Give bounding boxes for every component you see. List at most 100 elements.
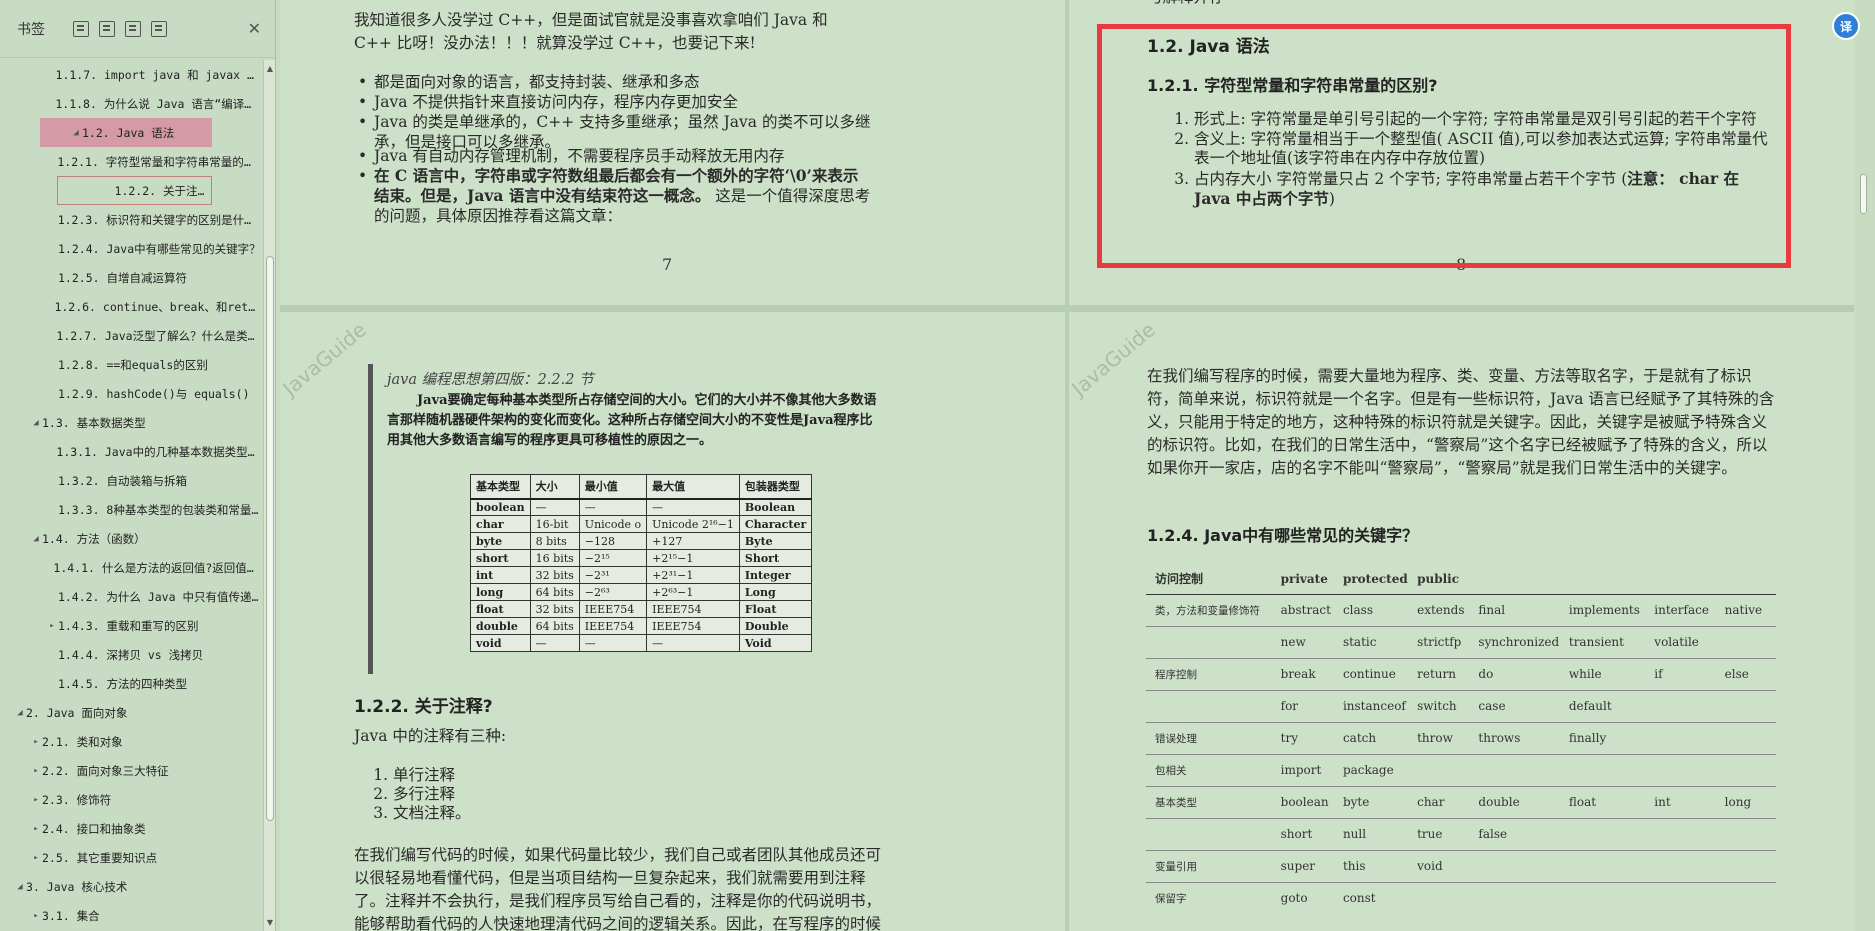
- sidebar-item[interactable]: 1.4.5. 方法的四种类型: [0, 669, 262, 698]
- close-icon[interactable]: ✕: [248, 19, 261, 38]
- sidebar-item[interactable]: ▸ 2.3. 修饰符: [0, 785, 262, 814]
- sidebar-item[interactable]: 1.2.7. Java泛型了解么？什么是类型擦除？: [0, 321, 262, 350]
- table-row: 错误处理 try catch throw throws finally: [1146, 721, 1776, 754]
- sidebar-item[interactable]: 1.1.8. 为什么说 Java 语言“编译与解释并存”？: [0, 89, 262, 118]
- table-cell: long: [470, 583, 531, 601]
- sidebar-item-label: 3.1. 集合: [42, 908, 100, 923]
- sidebar-item[interactable]: ◢ 2. Java 面向对象: [0, 698, 262, 727]
- expand-toggle-icon[interactable]: ▸: [30, 853, 42, 863]
- page8-top-fragment: 与解释并存: [1147, 0, 1225, 9]
- document-scrollbar[interactable]: [1855, 0, 1875, 931]
- sidebar-item[interactable]: 1.2.1. 字符型常量和字符串常量的区别?: [0, 147, 262, 176]
- table-cell: char: [470, 515, 531, 533]
- table-row: new static strictfp synchronized transient vo…: [1146, 625, 1776, 658]
- sidebar-scrollbar[interactable]: ▲ ▼: [263, 60, 275, 931]
- sidebar-item-label: 1.4.4. 深拷贝 vs 浅拷贝: [58, 647, 204, 662]
- expand-toggle-icon[interactable]: ▸: [30, 824, 42, 834]
- document-scroll-thumb[interactable]: [1860, 174, 1867, 214]
- expand-toggle-icon[interactable]: ◢: [30, 534, 42, 544]
- sidebar-item[interactable]: ◢ 1.2. Java 语法: [40, 118, 212, 147]
- table-cell: −2⁶³: [578, 583, 648, 601]
- table-cell: [1469, 753, 1560, 786]
- sidebar-item[interactable]: 1.2.6. continue、break、和return的区别是什么？: [0, 292, 262, 321]
- sidebar-item-label: 1.2.4. Java中有哪些常见的关键字？: [58, 241, 261, 256]
- sidebar-item[interactable]: 1.2.9. hashCode()与 equals(): [0, 379, 262, 408]
- sidebar-item[interactable]: ▸ 2.5. 其它重要知识点: [0, 843, 262, 872]
- scroll-up-icon[interactable]: ▲: [264, 64, 276, 73]
- sidebar-item-label: 1.2. Java 语法: [82, 125, 175, 140]
- table-cell: 保留字: [1146, 881, 1272, 914]
- table-cell: finally: [1559, 721, 1646, 754]
- expand-toggle-icon[interactable]: ▸: [30, 737, 42, 747]
- sidebar-item[interactable]: 1.2.5. 自增自减运算符: [0, 263, 262, 292]
- expand-toggle-icon[interactable]: ▸: [46, 621, 58, 631]
- table-cell: new: [1271, 625, 1334, 658]
- table-cell: int: [470, 566, 531, 584]
- table-cell: double: [1469, 785, 1560, 818]
- table-cell: [1715, 689, 1776, 722]
- expand-toggle-icon[interactable]: ▸: [30, 795, 42, 805]
- sidebar-item[interactable]: ▸ 3.1. 集合: [0, 901, 262, 930]
- sidebar-title: 书签: [17, 21, 45, 38]
- sidebar-item[interactable]: ◢ 1.3. 基本数据类型: [0, 408, 262, 437]
- sidebar-item[interactable]: 1.3.2. 自动装箱与拆箱: [0, 466, 262, 495]
- primitive-types-table: 基本类型 大小 最小值 最大值 包装器类型 boolean — — — Boolean char 1…: [470, 474, 813, 652]
- table-cell: throws: [1469, 721, 1560, 754]
- table-cell: 64 bits: [529, 583, 580, 601]
- expand-toggle-icon[interactable]: ◢: [30, 418, 42, 428]
- table-row: double 64 bits IEEE754 IEEE754 Double: [470, 617, 813, 635]
- list-item: Java 的类是单继承的，C++ 支持多重继承；虽然 Java 的类不可以多继承…: [354, 112, 872, 151]
- sidebar-item[interactable]: ▸ 2.1. 类和对象: [0, 727, 262, 756]
- table-row: byte 8 bits −128 +127 Byte: [470, 532, 813, 550]
- translate-button[interactable]: 译: [1832, 12, 1860, 40]
- table-cell: −128: [578, 532, 648, 550]
- sidebar-item[interactable]: 1.2.8. ==和equals的区别: [0, 350, 262, 379]
- table-cell: 基本类型: [1146, 785, 1272, 818]
- table-cell: +2³¹−1: [646, 566, 740, 584]
- table-cell: 16-bit: [529, 515, 580, 533]
- sidebar-item[interactable]: ▸ 2.2. 面向对象三大特征: [0, 756, 262, 785]
- table-row: 保留字 goto const: [1146, 881, 1776, 914]
- sidebar-item[interactable]: ▸ 2.4. 接口和抽象类: [0, 814, 262, 843]
- table-cell: 16 bits: [529, 549, 580, 567]
- sidebar-item[interactable]: 1.2.4. Java中有哪些常见的关键字？: [0, 234, 262, 263]
- table-cell: [1645, 881, 1716, 914]
- sidebar-item[interactable]: 1.4.1. 什么是方法的返回值?返回值在类的方法里的作用是什么?: [0, 553, 262, 582]
- expand-toggle-icon[interactable]: ◢: [14, 708, 26, 718]
- table-cell: char: [1408, 785, 1470, 818]
- expand-toggle-icon[interactable]: ▸: [30, 766, 42, 776]
- table-cell: Void: [738, 634, 813, 652]
- expand-toggle-icon[interactable]: ▸: [30, 911, 42, 921]
- expand-toggle-icon[interactable]: ◢: [14, 882, 26, 892]
- table-cell: 类，方法和变量修饰符: [1146, 593, 1272, 626]
- table-cell: [1645, 817, 1716, 850]
- collapse-all-icon[interactable]: [99, 20, 115, 37]
- quote-title: java 编程思想第四版：2.2.2 节: [387, 372, 594, 388]
- table-cell: byte: [1333, 785, 1409, 818]
- table-cell: do: [1469, 657, 1560, 690]
- sidebar-item[interactable]: 1.3.1. Java中的几种基本数据类型是什么？: [0, 437, 262, 466]
- table-row: for instanceof switch case default: [1146, 689, 1776, 722]
- table-cell: [1645, 753, 1716, 786]
- scroll-down-icon[interactable]: ▼: [264, 918, 276, 927]
- expand-toggle-icon[interactable]: ◢: [70, 128, 82, 138]
- table-cell: double: [470, 617, 531, 635]
- table-header-cell: 最小值: [578, 474, 648, 500]
- table-row: int 32 bits −2³¹ +2³¹−1 Integer: [470, 566, 813, 584]
- sidebar-item[interactable]: 1.2.3. 标识符和关键字的区别是什么？: [0, 205, 262, 234]
- add-bookmark-icon[interactable]: [125, 20, 141, 37]
- sidebar-item[interactable]: ▸ 1.4.3. 重载和重写的区别: [0, 611, 262, 640]
- sidebar-item[interactable]: 1.4.2. 为什么 Java 中只有值传递？: [0, 582, 262, 611]
- table-cell: +2¹⁵−1: [646, 549, 740, 567]
- sidebar-item-label: 1.1.7. import java 和 javax 有什么区别？: [55, 67, 262, 82]
- sidebar-item[interactable]: ◢ 1.4. 方法（函数）: [0, 524, 262, 553]
- sidebar-item[interactable]: 1.1.7. import java 和 javax 有什么区别？: [0, 60, 262, 89]
- table-cell: —: [529, 498, 580, 516]
- sidebar-item[interactable]: 1.2.2. 关于注释?: [57, 176, 212, 205]
- expand-all-icon[interactable]: [73, 20, 89, 37]
- sidebar-scroll-thumb[interactable]: [266, 256, 274, 821]
- sidebar-item[interactable]: ◢ 3. Java 核心技术: [0, 872, 262, 901]
- sidebar-item[interactable]: 1.3.3. 8种基本类型的包装类和常量池: [0, 495, 262, 524]
- sidebar-item[interactable]: 1.4.4. 深拷贝 vs 浅拷贝: [0, 640, 262, 669]
- bookmark-options-icon[interactable]: [151, 20, 167, 37]
